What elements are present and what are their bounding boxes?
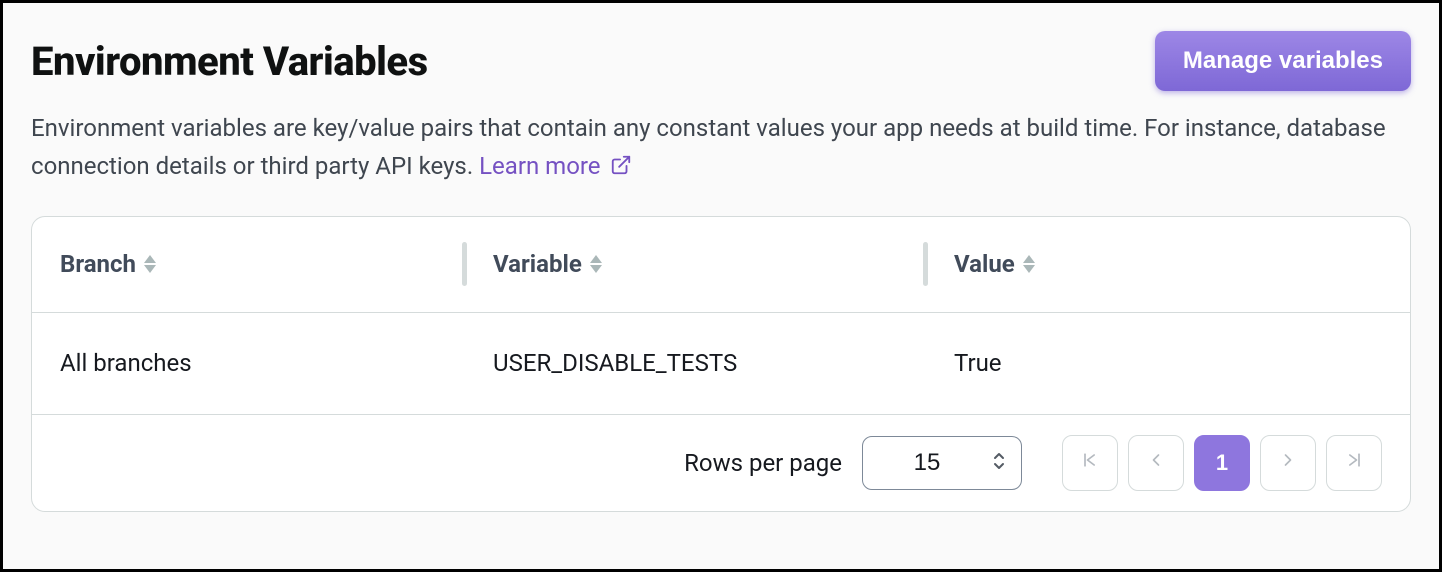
chevron-left-icon xyxy=(1146,450,1166,476)
panel-description: Environment variables are key/value pair… xyxy=(31,109,1411,188)
sort-icon xyxy=(590,255,602,273)
column-header-branch[interactable]: Branch xyxy=(32,250,464,278)
column-header-value[interactable]: Value xyxy=(926,250,1410,278)
last-page-button[interactable] xyxy=(1326,435,1382,491)
last-page-icon xyxy=(1344,450,1364,476)
rows-per-page-select[interactable]: 15 xyxy=(862,436,1022,490)
description-text: Environment variables are key/value pair… xyxy=(31,114,1386,180)
panel-header: Environment Variables Manage variables xyxy=(31,31,1411,91)
column-header-branch-label: Branch xyxy=(60,250,136,278)
chevron-right-icon xyxy=(1278,450,1298,476)
table-row: All branches USER_DISABLE_TESTS True xyxy=(32,313,1410,415)
column-header-variable-label: Variable xyxy=(493,250,582,278)
cell-variable: USER_DISABLE_TESTS xyxy=(465,349,925,377)
sort-icon xyxy=(1023,255,1035,273)
table-header-row: Branch Variable Value xyxy=(32,217,1410,313)
first-page-button[interactable] xyxy=(1062,435,1118,491)
cell-branch: All branches xyxy=(32,349,464,377)
column-header-value-label: Value xyxy=(954,250,1015,278)
table-footer: Rows per page 15 xyxy=(32,415,1410,511)
env-vars-table-card: Branch Variable Value xyxy=(31,216,1411,512)
learn-more-link[interactable]: Learn more xyxy=(479,152,632,180)
external-link-icon xyxy=(610,149,632,187)
env-vars-panel: Environment Variables Manage variables E… xyxy=(0,0,1442,572)
sort-icon xyxy=(144,255,156,273)
page-title: Environment Variables xyxy=(31,38,428,85)
learn-more-text: Learn more xyxy=(479,152,600,180)
rows-per-page-label: Rows per page xyxy=(684,449,842,477)
column-header-variable[interactable]: Variable xyxy=(465,250,925,278)
manage-variables-button[interactable]: Manage variables xyxy=(1155,31,1411,91)
page-number-button[interactable]: 1 xyxy=(1194,435,1250,491)
first-page-icon xyxy=(1080,450,1100,476)
next-page-button[interactable] xyxy=(1260,435,1316,491)
rows-per-page-select-wrap: 15 xyxy=(862,436,1022,490)
cell-value: True xyxy=(926,349,1410,377)
prev-page-button[interactable] xyxy=(1128,435,1184,491)
pagination: 1 xyxy=(1062,435,1382,491)
